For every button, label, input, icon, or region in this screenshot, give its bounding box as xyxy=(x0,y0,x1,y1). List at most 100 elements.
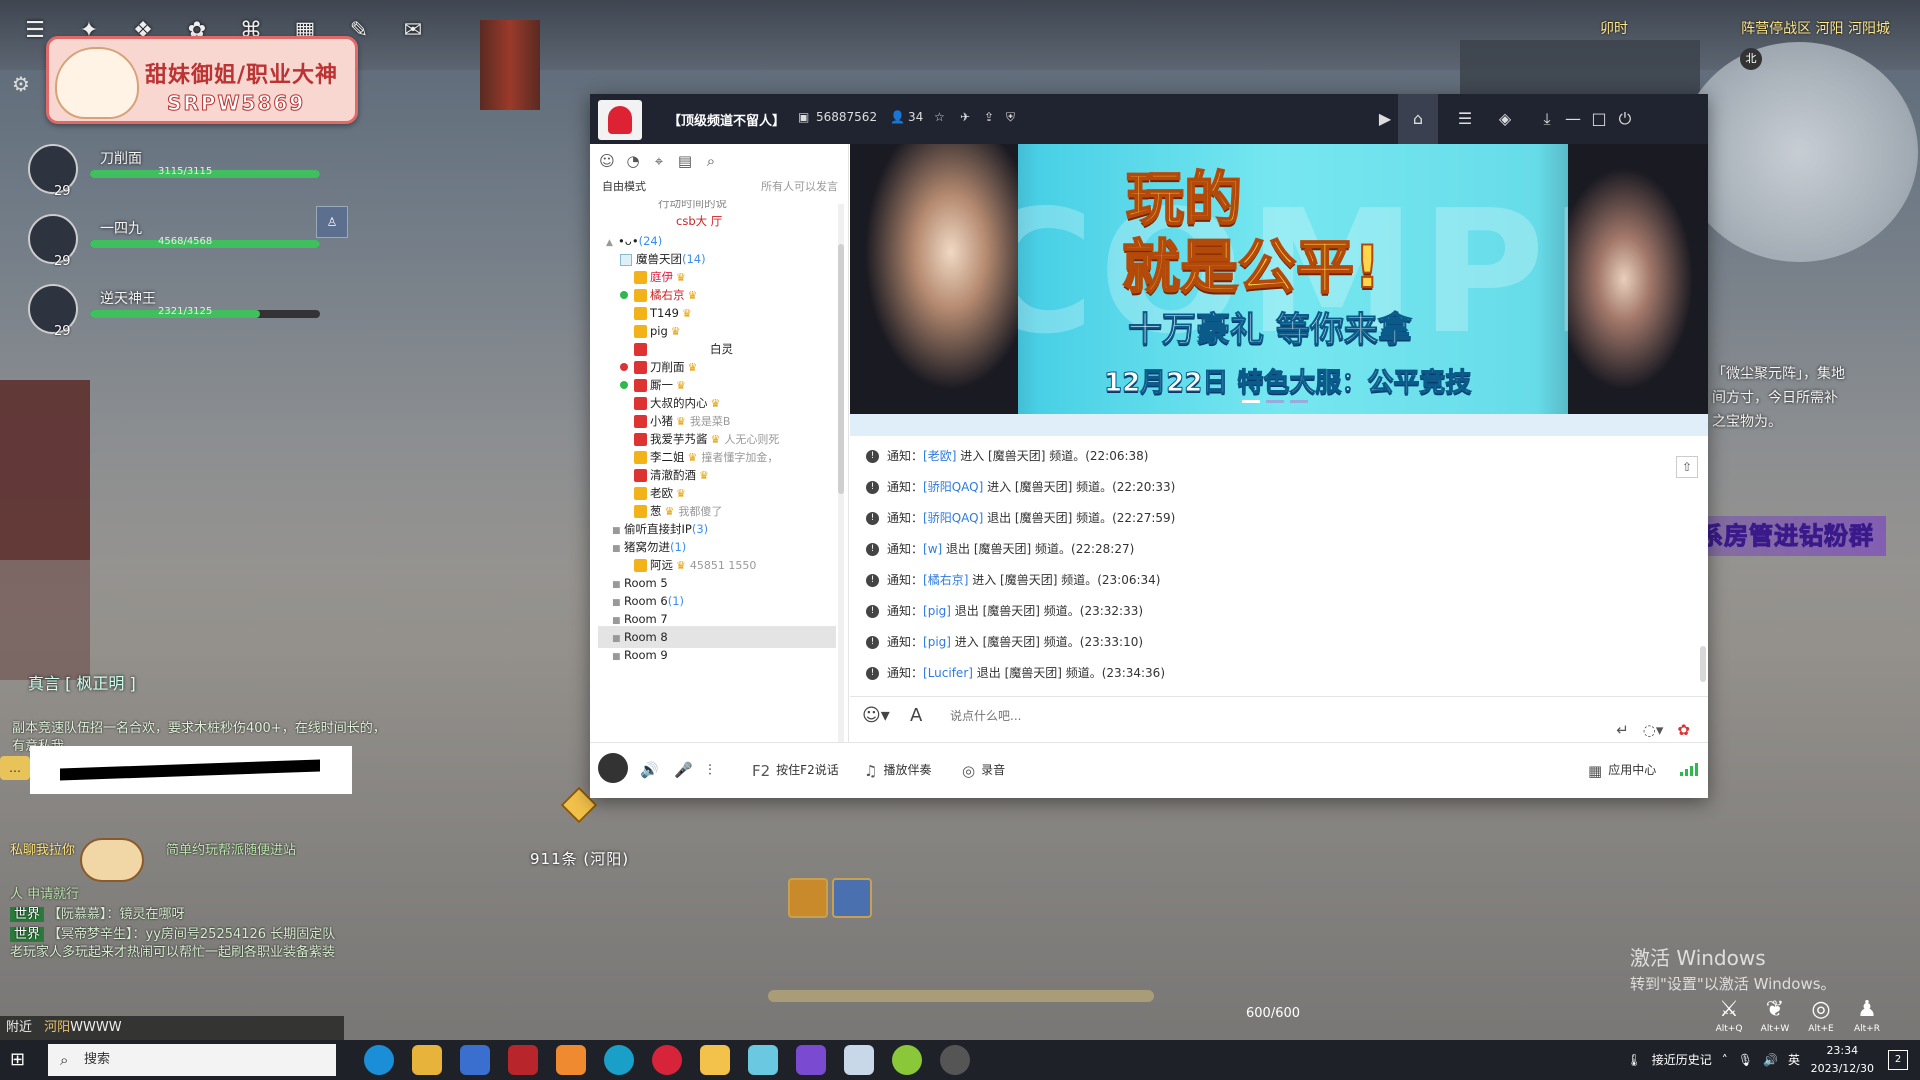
app-icon[interactable] xyxy=(748,1045,778,1075)
party-member[interactable]: 刀削面 3115/3115 29 xyxy=(28,140,320,202)
mic-icon[interactable]: 🎙 xyxy=(1738,1040,1753,1080)
skill-slot[interactable]: ◎ Alt+E xyxy=(1804,996,1838,1036)
search-icon: ⌕ xyxy=(60,1051,69,1069)
app-icon[interactable] xyxy=(604,1045,634,1075)
gift-icon[interactable]: ✿ xyxy=(1677,721,1690,739)
list-item: ! 通知：[橘右京] 进入 [魔兽天团] 频道。(23:06:34) xyxy=(866,570,1160,590)
minimize-icon[interactable]: — xyxy=(1560,106,1586,132)
skill-slot[interactable]: ❦ Alt+W xyxy=(1758,996,1792,1036)
maximize-icon[interactable]: □ xyxy=(1586,106,1612,132)
chat-icon[interactable]: ◔ xyxy=(622,150,644,172)
windows-start-icon[interactable]: ⊞ xyxy=(10,1050,30,1070)
ime-indicator[interactable]: 英 xyxy=(1788,1040,1800,1080)
store-icon[interactable] xyxy=(460,1045,490,1075)
list-item: ! 通知：[老欧] 进入 [魔兽天团] 频道。(22:06:38) xyxy=(866,446,1148,466)
play-music-button[interactable]: ♫ 播放伴奏 xyxy=(864,761,931,780)
scrollbar[interactable] xyxy=(1700,646,1706,682)
quick-item-icon[interactable] xyxy=(788,878,828,918)
meditate-icon[interactable]: ♙ xyxy=(316,206,348,238)
board-icon[interactable]: ▤ xyxy=(674,150,696,172)
speak-mode[interactable]: 自由模式 xyxy=(602,178,646,194)
photos-icon[interactable] xyxy=(796,1045,826,1075)
vip-icon xyxy=(634,379,647,392)
speaker-icon[interactable]: 🔊 xyxy=(640,761,665,779)
skill-icon: ◎ xyxy=(1811,997,1831,1022)
star-icon[interactable]: ☆ xyxy=(934,110,945,124)
settings-icon[interactable]: ⚙ xyxy=(12,72,30,96)
location-icon[interactable]: ⌖ xyxy=(648,150,670,172)
push-to-talk-button[interactable]: F2 按住F2说话 xyxy=(752,761,839,780)
ad-banner[interactable]: COMPETE 玩的 就是公平! 十万豪礼 等你来拿 12月22日 特色大服：公… xyxy=(850,144,1708,414)
emoji-icon[interactable]: ☺▾ xyxy=(862,705,890,726)
activate-sub: 转到"设置"以激活 Windows。 xyxy=(1630,975,1836,993)
chat-channel-bar[interactable]: 附近 河阳WWWW xyxy=(0,1016,344,1040)
person-icon[interactable]: ☺ xyxy=(596,150,618,172)
netease-music-icon[interactable] xyxy=(652,1045,682,1075)
volume-icon[interactable]: 🔊 xyxy=(1763,1040,1778,1080)
nearby-label: 附近 xyxy=(6,1020,33,1035)
chat-bubble-icon[interactable]: … xyxy=(0,756,30,780)
microphone-icon[interactable]: 🎤 xyxy=(674,761,699,779)
message-composer: ☺▾ A ↵ ◌▾ ✿ xyxy=(850,696,1708,742)
room-item[interactable]: ■ Room 9 xyxy=(612,644,836,666)
vip-icon xyxy=(634,271,647,284)
gamepad-icon[interactable]: ◈ xyxy=(1492,106,1518,132)
list-icon[interactable]: ☰ xyxy=(1452,106,1478,132)
scrollbar[interactable] xyxy=(838,204,844,744)
power-icon[interactable]: ⏻ xyxy=(1612,106,1638,132)
mail-icon[interactable]: ✉ xyxy=(396,14,430,48)
lock-icon: ■ xyxy=(612,652,621,662)
ad-date-line: 12月22日 特色大服：公平竞技 xyxy=(1103,368,1472,399)
video-icon[interactable]: ▶ xyxy=(1372,106,1398,132)
location-label: 河阳 xyxy=(44,1020,71,1035)
tray-text[interactable]: 接近历史记 xyxy=(1652,1040,1712,1080)
yy-icon[interactable] xyxy=(700,1045,730,1075)
party-member-name: 逆天神王 xyxy=(100,291,156,307)
skill-slot[interactable]: ⚔ Alt+Q xyxy=(1712,996,1746,1036)
share-icon[interactable]: ⇪ xyxy=(984,110,994,124)
list-item: ! 通知：[pig] 退出 [魔兽天团] 频道。(23:32:33) xyxy=(866,601,1143,621)
info-icon: ! xyxy=(866,574,879,587)
list-item[interactable]: csb大 厅 xyxy=(676,210,836,232)
party-member[interactable]: 一四九 4568/4568 29 xyxy=(28,210,320,272)
speak-permission: 所有人可以发言 xyxy=(761,180,838,193)
home-icon[interactable]: ⌂ xyxy=(1398,94,1438,144)
ad-pager[interactable] xyxy=(1242,400,1308,403)
notification-icon[interactable]: 2 xyxy=(1888,1050,1908,1070)
edge-icon[interactable] xyxy=(364,1045,394,1075)
party-member[interactable]: 逆天神王 2321/3125 29 xyxy=(28,280,320,342)
file-explorer-icon[interactable] xyxy=(412,1045,442,1075)
app-icon[interactable] xyxy=(940,1045,970,1075)
list-item: ! 通知：[Lucifer] 退出 [魔兽天团] 频道。(23:34:36) xyxy=(866,663,1165,683)
app-center-button[interactable]: ▦ 应用中心 xyxy=(1588,761,1656,780)
shiba-emote-icon xyxy=(80,838,144,882)
skill-slot[interactable]: ♟ Alt+R xyxy=(1850,996,1884,1036)
minimap[interactable] xyxy=(1680,42,1918,262)
app-icon[interactable] xyxy=(892,1045,922,1075)
chat-line: 【冥帝梦辛生】：yy房间号25254126 长期固定队老玩家人多玩起来才热闹可以… xyxy=(10,927,336,960)
chevron-up-icon[interactable]: ˄ xyxy=(1722,1040,1728,1080)
vip-icon xyxy=(634,325,647,338)
app-icon[interactable] xyxy=(556,1045,586,1075)
shield-icon[interactable]: ⛨ xyxy=(1006,110,1015,125)
app-icon[interactable] xyxy=(844,1045,874,1075)
plane-icon[interactable]: ✈ xyxy=(960,110,970,124)
minimize-to-tray-icon[interactable]: ⤓ xyxy=(1534,106,1560,132)
message-input[interactable] xyxy=(950,709,1510,723)
send-icon[interactable]: ↵ xyxy=(1616,721,1629,739)
chat-line: 私聊我拉你 xyxy=(10,843,76,858)
reply-icon[interactable]: ◌▾ xyxy=(1643,721,1664,739)
taskbar-search[interactable]: ⌕ 搜索 xyxy=(48,1044,336,1076)
channel-logo[interactable] xyxy=(598,100,642,140)
search-icon[interactable]: ⌕ xyxy=(700,150,722,172)
avatar[interactable] xyxy=(598,753,628,783)
ad-subtitle: 十万豪礼 等你来拿 xyxy=(1128,310,1413,351)
clock[interactable]: 23:34 2023/12/30 xyxy=(1811,1042,1874,1078)
quick-skill-icon[interactable] xyxy=(832,878,872,918)
quest-text: 「微尘聚元阵」，集地 间方寸，今日所需补 之宝物为。 xyxy=(1712,362,1912,434)
record-button[interactable]: ◎ 录音 xyxy=(962,761,1005,780)
game-client-icon[interactable] xyxy=(508,1045,538,1075)
scroll-top-icon[interactable]: ⇧ xyxy=(1676,456,1698,478)
equalizer-icon[interactable]: ⫶ xyxy=(708,761,718,779)
font-icon[interactable]: A xyxy=(910,705,922,726)
